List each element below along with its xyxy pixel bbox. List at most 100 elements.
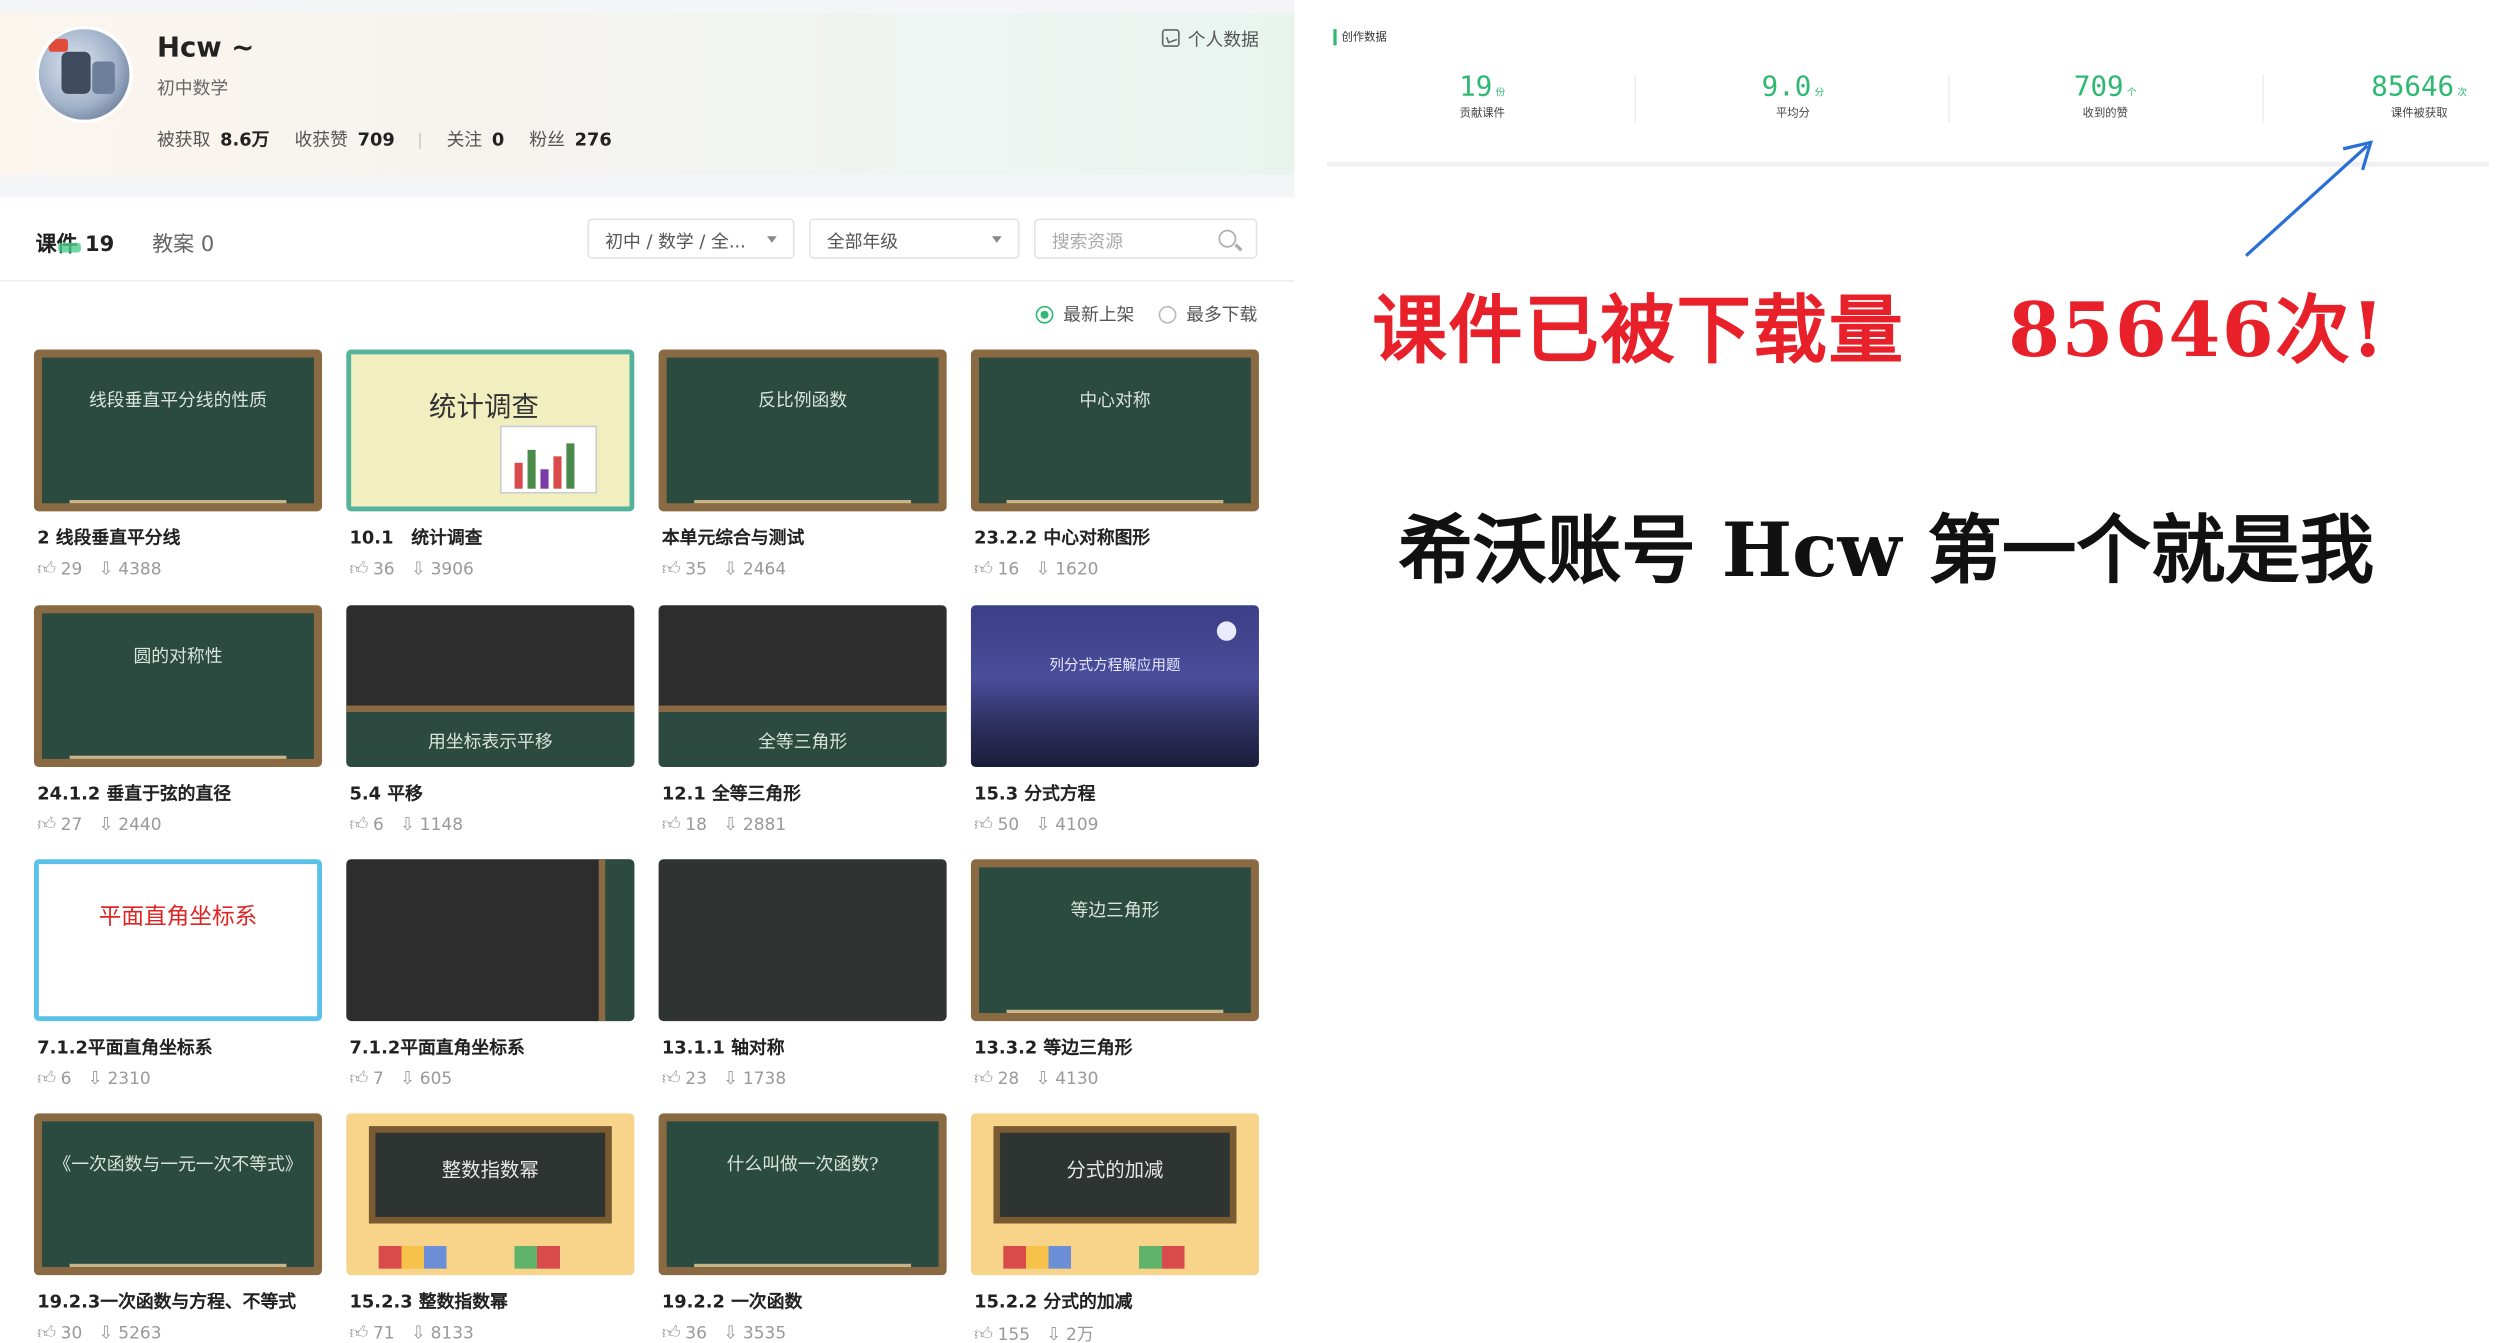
courseware-thumbnail[interactable]: 等边三角形	[970, 859, 1259, 1022]
thumbs-up-icon[interactable]: 👍︎	[662, 1322, 681, 1343]
thumbs-up-icon[interactable]: 👍︎	[974, 1068, 993, 1089]
thumbs-up-icon[interactable]: 👍︎	[350, 1322, 369, 1343]
like-count: 36	[685, 1323, 707, 1343]
stat-likes-received-label: 收到的赞	[2082, 106, 2128, 120]
courseware-thumbnail[interactable]: 统计调查	[346, 349, 635, 512]
courseware-card[interactable]: 分式的加减 15.2.2 分式的加减 👍︎ 155 ⇩ 2万	[970, 1113, 1259, 1343]
courseware-thumbnail[interactable]: 什么叫做一次函数?	[658, 1113, 947, 1276]
thumbs-up-icon[interactable]: 👍︎	[37, 1068, 56, 1089]
courseware-stats: 👍︎ 6 ⇩ 2310	[37, 1068, 151, 1089]
courseware-thumbnail[interactable]: 用坐标表示平移	[346, 605, 635, 768]
courseware-title[interactable]: 2 线段垂直平分线	[37, 524, 180, 550]
courseware-title[interactable]: 24.1.2 垂直于弦的直径	[37, 780, 231, 806]
courseware-title[interactable]: 7.1.2平面直角坐标系	[37, 1034, 212, 1060]
stat-value-fans[interactable]: 276	[575, 129, 612, 150]
courseware-title[interactable]: 15.2.3 整数指数幂	[350, 1288, 508, 1314]
search-input[interactable]: 搜索资源	[1034, 218, 1258, 259]
courseware-thumbnail[interactable]: 整数指数幂	[346, 1113, 635, 1276]
stat-value-following[interactable]: 0	[492, 129, 504, 150]
thumbs-up-icon[interactable]: 👍︎	[974, 558, 993, 579]
courseware-card[interactable]: 什么叫做一次函数? 19.2.2 一次函数 👍︎ 36 ⇩ 3535	[658, 1113, 947, 1343]
download-count: 2881	[742, 815, 787, 835]
thumbs-up-icon[interactable]: 👍︎	[37, 814, 56, 835]
grade-select[interactable]: 全部年级	[809, 218, 1020, 259]
tab-courseware-count: 19	[85, 233, 115, 258]
courseware-card[interactable]: 统计调查 10.1 统计调查 👍︎ 36 ⇩ 3906	[346, 349, 635, 593]
courseware-stats: 👍︎ 30 ⇩ 5263	[37, 1322, 161, 1343]
courseware-title[interactable]: 23.2.2 中心对称图形	[974, 524, 1150, 550]
courseware-card[interactable]: 线段垂直平分线的性质 2 线段垂直平分线 👍︎ 29 ⇩ 4388	[33, 349, 323, 593]
download-count: 4388	[118, 559, 162, 580]
courseware-thumbnail[interactable]	[346, 859, 635, 1022]
courseware-title[interactable]: 13.3.2 等边三角形	[974, 1034, 1132, 1060]
courseware-stats: 👍︎ 50 ⇩ 4109	[974, 814, 1098, 835]
thumbs-up-icon[interactable]: 👍︎	[350, 1068, 369, 1089]
thumbs-up-icon[interactable]: 👍︎	[974, 1324, 993, 1343]
courseware-thumbnail[interactable]: 全等三角形	[658, 605, 947, 768]
stat-obtained-value: 85646	[2371, 71, 2455, 104]
download-count: 2310	[107, 1069, 151, 1090]
stat-label-following[interactable]: 关注	[447, 129, 483, 150]
thumbs-up-icon[interactable]: 👍︎	[974, 814, 993, 835]
thumbs-up-icon[interactable]: 👍︎	[662, 814, 681, 835]
tab-lesson-plan[interactable]: 教案 0	[152, 227, 214, 257]
subject-select[interactable]: 初中 / 数学 / 全...	[587, 218, 795, 259]
avatar[interactable]	[35, 25, 133, 123]
courseware-title[interactable]: 15.2.2 分式的加减	[974, 1288, 1132, 1314]
user-stats: 被获取 8.6万 收获赞 709 关注 0 粉丝 276	[157, 126, 631, 152]
courseware-thumbnail[interactable]: 分式的加减	[970, 1113, 1259, 1276]
thumbs-up-icon[interactable]: 👍︎	[350, 814, 369, 835]
courseware-card[interactable]: 等边三角形 13.3.2 等边三角形 👍︎ 28 ⇩ 4130	[970, 859, 1259, 1102]
courseware-title[interactable]: 19.2.2 一次函数	[662, 1288, 802, 1314]
user-subject: 初中数学	[156, 77, 229, 99]
courseware-thumbnail[interactable]: 平面直角坐标系	[33, 859, 323, 1022]
thumbs-up-icon[interactable]: 👍︎	[37, 558, 56, 579]
courseware-thumbnail[interactable]: 反比例函数	[658, 349, 947, 512]
stat-label-fans[interactable]: 粉丝	[529, 129, 565, 150]
courseware-card[interactable]: 用坐标表示平移 5.4 平移 👍︎ 6 ⇩ 1148	[346, 605, 635, 848]
courseware-title[interactable]: 10.1 统计调查	[350, 524, 483, 550]
courseware-card[interactable]: 13.1.1 轴对称 👍︎ 23 ⇩ 1738	[658, 859, 947, 1102]
courseware-thumbnail[interactable]: 列分式方程解应用题	[970, 605, 1259, 768]
courseware-thumbnail[interactable]	[658, 859, 947, 1022]
thumbs-up-icon[interactable]: 👍︎	[662, 558, 681, 579]
courseware-title[interactable]: 12.1 全等三角形	[662, 780, 801, 806]
courseware-card[interactable]: 反比例函数 本单元综合与测试 👍︎ 35 ⇩ 2464	[658, 349, 947, 593]
courseware-title[interactable]: 19.2.3一次函数与方程、不等式	[37, 1288, 296, 1314]
thumbs-up-icon[interactable]: 👍︎	[350, 558, 369, 579]
courseware-title[interactable]: 5.4 平移	[350, 780, 423, 806]
stat-divider	[1634, 74, 1637, 123]
courseware-title[interactable]: 13.1.1 轴对称	[662, 1034, 785, 1060]
courseware-title[interactable]: 7.1.2平面直角坐标系	[350, 1034, 525, 1060]
courseware-card[interactable]: 平面直角坐标系 7.1.2平面直角坐标系 👍︎ 6 ⇩ 2310	[33, 859, 323, 1102]
courseware-title[interactable]: 本单元综合与测试	[662, 524, 804, 550]
thumbnail-text: 用坐标表示平移	[428, 731, 553, 753]
stat-value-obtained: 8.6万	[220, 129, 270, 151]
courseware-thumbnail[interactable]: 线段垂直平分线的性质	[33, 349, 323, 512]
courseware-thumbnail[interactable]: 《一次函数与一元一次不等式》	[33, 1113, 323, 1276]
courseware-title[interactable]: 15.3 分式方程	[974, 780, 1095, 806]
sort-newest-radio[interactable]: 最新上架	[1035, 301, 1134, 327]
courseware-card[interactable]: 中心对称 23.2.2 中心对称图形 👍︎ 16 ⇩ 1620	[970, 349, 1259, 593]
courseware-thumbnail[interactable]: 中心对称	[970, 349, 1259, 512]
like-count: 36	[372, 559, 395, 580]
download-icon: ⇩	[399, 1068, 415, 1090]
blackboard: 整数指数幂	[368, 1126, 612, 1224]
thumbs-up-icon[interactable]: 👍︎	[37, 1322, 56, 1343]
courseware-card[interactable]: 圆的对称性 24.1.2 垂直于弦的直径 👍︎ 27 ⇩ 2440	[33, 605, 323, 848]
courseware-card[interactable]: 列分式方程解应用题 15.3 分式方程 👍︎ 50 ⇩ 4109	[970, 605, 1259, 848]
courseware-card[interactable]: 《一次函数与一元一次不等式》 19.2.3一次函数与方程、不等式 👍︎ 30 ⇩ 5263	[33, 1113, 323, 1343]
personal-data-link[interactable]: 个人数据	[1161, 26, 1259, 52]
courseware-thumbnail[interactable]: 圆的对称性	[33, 605, 323, 768]
like-count: 16	[997, 559, 1020, 580]
search-icon[interactable]	[1218, 229, 1237, 248]
tab-courseware[interactable]: 课件 19	[36, 227, 115, 258]
like-count: 6	[372, 815, 384, 835]
sort-most-downloaded-radio[interactable]: 最多下载	[1158, 301, 1257, 327]
courseware-card[interactable]: 全等三角形 12.1 全等三角形 👍︎ 18 ⇩ 2881	[658, 605, 947, 848]
thumbs-up-icon[interactable]: 👍︎	[662, 1068, 681, 1089]
courseware-card[interactable]: 整数指数幂 15.2.3 整数指数幂 👍︎ 71 ⇩ 8133	[346, 1113, 635, 1343]
thumbnail-text: 列分式方程解应用题	[1049, 658, 1181, 675]
like-count: 50	[997, 815, 1020, 835]
courseware-card[interactable]: 7.1.2平面直角坐标系 👍︎ 7 ⇩ 605	[346, 859, 635, 1102]
